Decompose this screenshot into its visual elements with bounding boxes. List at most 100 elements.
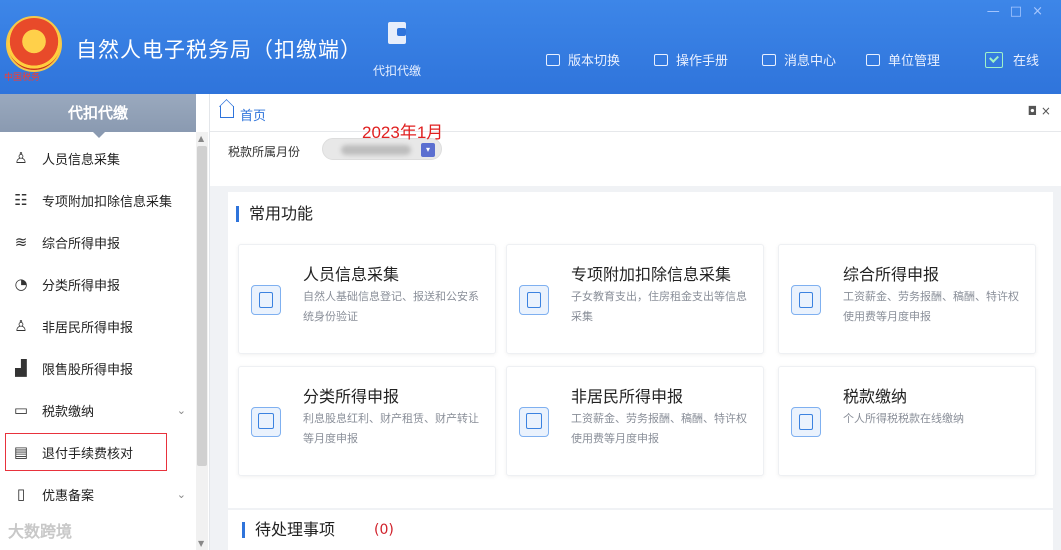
sidebar-item-label: 人员信息采集 (42, 152, 121, 168)
breadcrumb-home[interactable]: 首页 (240, 105, 266, 124)
func-card-desc: 工资薪金、劳务报酬、稿酬、特许权使用费等月度申报 (843, 290, 1019, 323)
pending-items-title: 待处理事项 (242, 522, 335, 538)
sidebar-item-label: 非居民所得申报 (42, 320, 134, 336)
func-card-classified-income[interactable]: 分类所得申报 利息股息红利、财产租赁、财产转让等月度申报 (238, 366, 496, 476)
sidebar-item-label: 优惠备案 (42, 488, 95, 504)
layers-icon: ≋ (14, 233, 28, 251)
window-controls: —□× (987, 4, 1053, 19)
sidebar-scrollbar[interactable]: ▲ ▼ (196, 132, 208, 550)
sidebar-item-label: 专项附加扣除信息采集 (42, 194, 173, 210)
sidebar-item-tax-payment[interactable]: ▭ 税款缴纳 ⌄ (0, 392, 196, 428)
edit-icon (519, 407, 549, 437)
payment-search-icon (791, 407, 821, 437)
watermark: 大数跨境 (8, 522, 73, 541)
manual-label: 操作手册 (676, 54, 729, 69)
sidebar-item-comprehensive-income[interactable]: ≋ 综合所得申报 (0, 224, 196, 260)
sidebar-item-label: 税款缴纳 (42, 404, 95, 420)
sidebar-item-special-deduction[interactable]: ☷ 专项附加扣除信息采集 (0, 182, 196, 218)
message-center-label: 消息中心 (784, 54, 837, 69)
pie-icon: ◔ (14, 275, 28, 293)
sidebar-item-restricted-shares[interactable]: ▟ 限售股所得申报 (0, 350, 196, 386)
maximize-button[interactable]: □ (1010, 4, 1032, 19)
dropdown-arrow-icon[interactable]: ▾ (421, 143, 435, 157)
sidebar-heading: 代扣代缴 (0, 94, 196, 138)
filter-bar: 税款所属月份 ▾ 2023年1月 (210, 123, 1061, 186)
tax-emblem-logo (6, 16, 62, 72)
bar-chart-icon: ▟ (15, 359, 27, 377)
user-icon: ♙ (14, 317, 28, 335)
list-icon: ☷ (14, 191, 28, 209)
func-card-desc: 利息股息红利、财产租赁、财产转让等月度申报 (303, 412, 479, 445)
sidebar-item-label: 退付手续费核对 (42, 446, 134, 462)
sidebar-item-classified-income[interactable]: ◔ 分类所得申报 (0, 266, 196, 302)
breadcrumb-bar: 首页 ◘ × (210, 94, 1061, 132)
func-card-title: 人员信息采集 (303, 265, 400, 284)
tax-month-value-redacted (341, 145, 411, 155)
app-header: 中国税务 自然人电子税务局（扣缴端） 代扣代缴 版本切换 操作手册 消息中心 单… (0, 0, 1061, 94)
form-icon (791, 285, 821, 315)
func-card-nonresident-income[interactable]: 非居民所得申报 工资薪金、劳务报酬、稿酬、特许权使用费等月度申报 (506, 366, 764, 476)
file-icon: ▯ (16, 485, 26, 503)
func-card-title: 专项附加扣除信息采集 (571, 265, 732, 284)
func-card-title: 税款缴纳 (843, 387, 908, 406)
func-card-desc: 个人所得税税款在线缴纳 (843, 412, 964, 425)
sidebar-item-preferential-filing[interactable]: ▯ 优惠备案 ⌄ (0, 476, 196, 512)
pending-items-panel: 待处理事项 (0) (228, 510, 1053, 550)
version-switch-label: 版本切换 (568, 54, 621, 69)
unit-management-label: 单位管理 (888, 54, 941, 69)
pending-items-count: (0) (374, 522, 394, 538)
switch-icon (546, 53, 560, 66)
manual-button[interactable]: 操作手册 (654, 50, 728, 69)
func-card-title: 非居民所得申报 (571, 387, 684, 406)
func-card-tax-payment[interactable]: 税款缴纳 个人所得税税款在线缴纳 (778, 366, 1036, 476)
folder-icon: ▭ (13, 401, 29, 419)
unit-management-button[interactable]: 单位管理 (866, 50, 940, 69)
tab-close-icon[interactable]: ◘ × (1028, 104, 1051, 118)
func-card-title: 分类所得申报 (303, 387, 400, 406)
func-card-comprehensive-income[interactable]: 综合所得申报 工资薪金、劳务报酬、稿酬、特许权使用费等月度申报 (778, 244, 1036, 354)
document-icon: ▤ (13, 443, 29, 461)
home-icon (220, 106, 234, 118)
month-annotation: 2023年1月 (362, 123, 444, 142)
wallet-icon (388, 22, 406, 44)
edit-icon (251, 407, 281, 437)
common-functions-panel: 常用功能 人员信息采集 自然人基础信息登记、报送和公安系统身份验证 专项附加扣除… (228, 192, 1053, 508)
online-status-button[interactable]: 在线 (985, 50, 1039, 69)
scroll-up-arrow-icon[interactable]: ▲ (198, 134, 204, 143)
func-card-desc: 子女教育支出，住房租金支出等信息采集 (571, 290, 747, 323)
tax-month-label: 税款所属月份 (228, 145, 301, 159)
online-check-icon (985, 51, 1003, 68)
building-icon (866, 53, 880, 66)
chevron-down-icon: ⌄ (176, 487, 186, 501)
tab-withholding-label: 代扣代缴 (372, 64, 421, 78)
message-center-button[interactable]: 消息中心 (762, 50, 836, 69)
app-title: 自然人电子税务局（扣缴端） (76, 38, 362, 62)
func-card-desc: 自然人基础信息登记、报送和公安系统身份验证 (303, 290, 479, 323)
manual-icon (654, 53, 668, 66)
calendar-doc-icon (519, 285, 549, 315)
id-card-icon (251, 285, 281, 315)
online-status-label: 在线 (1013, 54, 1040, 69)
scroll-down-arrow-icon[interactable]: ▼ (198, 539, 204, 548)
sidebar-item-personnel-info[interactable]: ♙ 人员信息采集 (0, 140, 196, 176)
scroll-thumb[interactable] (197, 146, 207, 466)
person-icon: ♙ (14, 149, 28, 167)
main-content: 首页 ◘ × 税款所属月份 ▾ 2023年1月 常用功能 人员信息采集 自然人基… (210, 94, 1061, 550)
sidebar-item-nonresident-income[interactable]: ♙ 非居民所得申报 (0, 308, 196, 344)
func-card-personnel-info[interactable]: 人员信息采集 自然人基础信息登记、报送和公安系统身份验证 (238, 244, 496, 354)
sidebar-item-label: 限售股所得申报 (42, 362, 134, 378)
app-window: 中国税务 自然人电子税务局（扣缴端） 代扣代缴 版本切换 操作手册 消息中心 单… (0, 0, 1061, 550)
func-card-title: 综合所得申报 (843, 265, 940, 284)
chevron-down-icon: ⌄ (176, 403, 186, 417)
close-button[interactable]: × (1032, 4, 1053, 19)
version-switch-button[interactable]: 版本切换 (546, 50, 620, 69)
common-functions-title: 常用功能 (236, 206, 313, 222)
minimize-button[interactable]: — (987, 4, 1010, 19)
tab-withholding[interactable]: 代扣代缴 (362, 22, 432, 82)
sidebar: 代扣代缴 ♙ 人员信息采集 ☷ 专项附加扣除信息采集 ≋ 综合所得申报 ◔ 分类… (0, 94, 210, 550)
mail-icon (762, 53, 776, 66)
emblem-caption: 中国税务 (4, 73, 41, 83)
sidebar-item-label: 分类所得申报 (42, 278, 121, 294)
sidebar-item-fee-refund-check[interactable]: ▤ 退付手续费核对 (5, 433, 167, 471)
func-card-special-deduction[interactable]: 专项附加扣除信息采集 子女教育支出，住房租金支出等信息采集 (506, 244, 764, 354)
